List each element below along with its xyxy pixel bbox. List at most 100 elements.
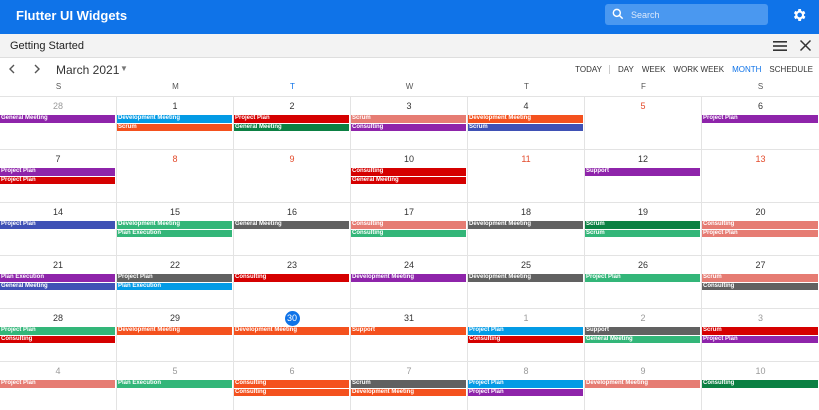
calendar-event[interactable]: Consulting [234, 388, 349, 396]
day-cell[interactable]: 26 Project Plan [585, 255, 702, 308]
calendar-event[interactable]: Scrum [702, 327, 818, 335]
view-today-button[interactable]: TODAY [575, 65, 610, 74]
calendar-event[interactable]: Scrum [351, 380, 466, 388]
day-cell[interactable]: 12 Support [585, 149, 702, 202]
day-cell[interactable]: 9 [234, 149, 351, 202]
calendar-event[interactable]: General Meeting [0, 115, 115, 123]
calendar-event[interactable]: Consulting [0, 335, 115, 343]
day-cell[interactable]: 5 Plan Execution [117, 361, 234, 410]
calendar-event[interactable]: Project Plan [0, 168, 115, 176]
calendar-event[interactable]: Scrum [468, 123, 583, 131]
day-cell[interactable]: 23 Consulting [234, 255, 351, 308]
calendar-event[interactable]: Development Meeting [117, 327, 232, 335]
calendar-event[interactable]: Project Plan [0, 327, 115, 335]
day-cell[interactable]: 7 Scrum Development Meeting [351, 361, 468, 410]
calendar-event[interactable]: Project Plan [0, 221, 115, 229]
calendar-event[interactable]: Scrum [351, 115, 466, 123]
calendar-event[interactable]: Development Meeting [468, 221, 583, 229]
day-cell[interactable]: 2 Support General Meeting [585, 308, 702, 361]
calendar-event[interactable]: Consulting [702, 282, 818, 290]
calendar-event[interactable]: Development Meeting [468, 274, 583, 282]
gear-icon[interactable] [791, 7, 807, 23]
calendar-event[interactable]: Plan Execution [117, 282, 232, 290]
search-input[interactable]: Search [605, 4, 768, 25]
calendar-event[interactable]: Consulting [702, 221, 818, 229]
day-cell[interactable]: 10 Consulting [702, 361, 819, 410]
day-cell[interactable]: 11 [468, 149, 585, 202]
day-cell[interactable]: 2 Project Plan General Meeting [234, 96, 351, 149]
day-cell[interactable]: 17 Consulting Consulting [351, 202, 468, 255]
calendar-event[interactable]: Scrum [117, 123, 232, 131]
calendar-event[interactable]: Development Meeting [117, 221, 232, 229]
calendar-event[interactable]: Development Meeting [468, 115, 583, 123]
calendar-event[interactable]: Project Plan [702, 335, 818, 343]
day-cell[interactable]: 31 Support [351, 308, 468, 361]
calendar-event[interactable]: General Meeting [0, 282, 115, 290]
calendar-event[interactable]: Consulting [234, 274, 349, 282]
day-cell[interactable]: 6 Project Plan [702, 96, 819, 149]
day-cell[interactable]: 18 Development Meeting [468, 202, 585, 255]
calendar-event[interactable]: Project Plan [702, 229, 818, 237]
day-cell[interactable]: 8 Project Plan Project Plan [468, 361, 585, 410]
chevron-down-icon[interactable]: ▼ [120, 64, 128, 73]
calendar-event[interactable]: Project Plan [468, 327, 583, 335]
day-cell[interactable]: 5 [585, 96, 702, 149]
calendar-event[interactable]: Development Meeting [585, 380, 700, 388]
calendar-event[interactable]: Project Plan [234, 115, 349, 123]
calendar-event[interactable]: Consulting [234, 380, 349, 388]
day-cell[interactable]: 13 [702, 149, 819, 202]
day-cell[interactable]: 7 Project Plan Project Plan [0, 149, 117, 202]
calendar-event[interactable]: Support [585, 168, 700, 176]
calendar-event[interactable]: Support [585, 327, 700, 335]
day-cell[interactable]: 6 Consulting Consulting [234, 361, 351, 410]
day-cell[interactable]: 15 Development Meeting Plan Execution [117, 202, 234, 255]
calendar-event[interactable]: General Meeting [585, 335, 700, 343]
day-cell[interactable]: 16 General Meeting [234, 202, 351, 255]
calendar-event[interactable]: Development Meeting [351, 274, 466, 282]
day-cell[interactable]: 20 Consulting Project Plan [702, 202, 819, 255]
day-cell[interactable]: 4 Development Meeting Scrum [468, 96, 585, 149]
calendar-event[interactable]: General Meeting [234, 123, 349, 131]
day-cell[interactable]: 8 [117, 149, 234, 202]
view-work-week-button[interactable]: WORK WEEK [673, 65, 724, 74]
day-cell[interactable]: 3 Scrum Project Plan [702, 308, 819, 361]
calendar-event[interactable]: Consulting [351, 221, 466, 229]
day-cell[interactable]: 30 Development Meeting [234, 308, 351, 361]
calendar-event[interactable]: Project Plan [117, 274, 232, 282]
calendar-event[interactable]: Consulting [702, 380, 818, 388]
menu-icon[interactable] [773, 40, 787, 52]
day-cell[interactable]: 1 Project Plan Consulting [468, 308, 585, 361]
view-month-button[interactable]: MONTH [732, 65, 761, 74]
day-cell[interactable]: 9 Development Meeting [585, 361, 702, 410]
calendar-event[interactable]: Development Meeting [234, 327, 349, 335]
day-cell[interactable]: 10 Consulting General Meeting [351, 149, 468, 202]
view-schedule-button[interactable]: SCHEDULE [769, 65, 813, 74]
calendar-event[interactable]: Scrum [585, 229, 700, 237]
day-cell[interactable]: 3 Scrum Consulting [351, 96, 468, 149]
calendar-event[interactable]: Project Plan [0, 380, 115, 388]
day-cell[interactable]: 25 Development Meeting [468, 255, 585, 308]
day-cell[interactable]: 24 Development Meeting [351, 255, 468, 308]
day-cell[interactable]: 28 Project Plan Consulting [0, 308, 117, 361]
day-cell[interactable]: 22 Project Plan Plan Execution [117, 255, 234, 308]
day-cell[interactable]: 21 Plan Execution General Meeting [0, 255, 117, 308]
calendar-event[interactable]: Consulting [351, 168, 466, 176]
view-week-button[interactable]: WEEK [642, 65, 666, 74]
calendar-event[interactable]: Project Plan [468, 388, 583, 396]
calendar-event[interactable]: Consulting [468, 335, 583, 343]
calendar-event[interactable]: Scrum [585, 221, 700, 229]
calendar-event[interactable]: General Meeting [351, 176, 466, 184]
view-day-button[interactable]: DAY [618, 65, 634, 74]
day-cell[interactable]: 1 Development Meeting Scrum [117, 96, 234, 149]
day-cell[interactable]: 27 Scrum Consulting [702, 255, 819, 308]
calendar-event[interactable]: Project Plan [0, 176, 115, 184]
chevron-left-icon[interactable] [5, 61, 19, 77]
day-cell[interactable]: 4 Project Plan [0, 361, 117, 410]
calendar-event[interactable]: Support [351, 327, 466, 335]
calendar-event[interactable]: Project Plan [468, 380, 583, 388]
calendar-event[interactable]: Project Plan [702, 115, 818, 123]
calendar-event[interactable]: Project Plan [585, 274, 700, 282]
calendar-event[interactable]: Development Meeting [351, 388, 466, 396]
close-icon[interactable] [799, 39, 812, 52]
calendar-event[interactable]: Scrum [702, 274, 818, 282]
